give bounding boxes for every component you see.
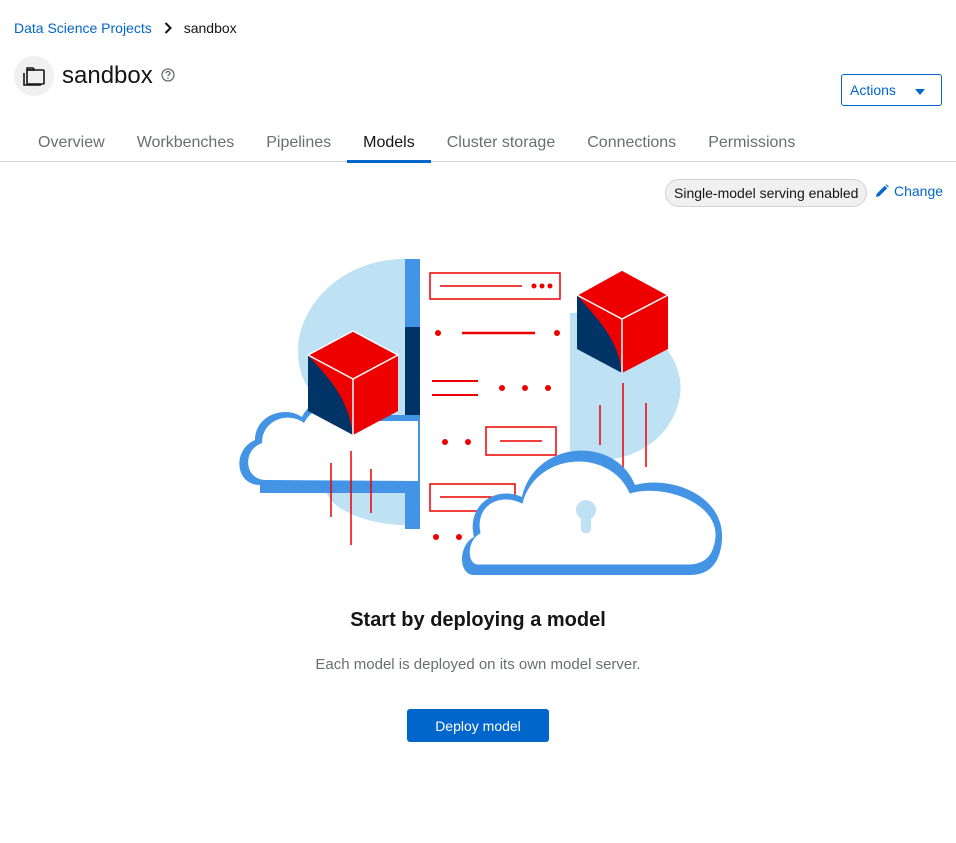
pencil-icon <box>876 184 889 197</box>
actions-label: Actions <box>850 82 896 98</box>
serving-status-badge: Single-model serving enabled <box>665 179 868 207</box>
project-icon <box>14 56 54 96</box>
tab-pipelines[interactable]: Pipelines <box>250 124 347 162</box>
tab-workbenches[interactable]: Workbenches <box>121 124 251 162</box>
breadcrumb: Data Science Projects sandbox <box>14 20 237 36</box>
tab-models[interactable]: Models <box>347 124 431 163</box>
breadcrumb-current: sandbox <box>183 20 237 36</box>
empty-state-title: Start by deploying a model <box>350 609 606 631</box>
tab-overview[interactable]: Overview <box>22 124 121 162</box>
actions-dropdown[interactable]: Actions <box>841 74 942 106</box>
help-icon[interactable] <box>161 68 175 82</box>
chevron-right-icon <box>164 22 172 34</box>
change-label: Change <box>894 183 944 199</box>
tab-permissions[interactable]: Permissions <box>692 124 811 162</box>
tab-cluster-storage[interactable]: Cluster storage <box>431 124 572 162</box>
empty-state-illustration <box>239 259 723 575</box>
page-header: sandbox <box>14 56 175 96</box>
breadcrumb-link-projects[interactable]: Data Science Projects <box>14 20 152 36</box>
caret-down-icon <box>915 82 925 98</box>
change-serving-button[interactable]: Change <box>875 183 943 199</box>
deploy-model-button[interactable]: Deploy model <box>407 709 549 742</box>
empty-state-body: Each model is deployed on its own model … <box>315 656 641 673</box>
tab-connections[interactable]: Connections <box>571 124 692 162</box>
page-title: sandbox <box>62 62 153 89</box>
tab-bar: Overview Workbenches Pipelines Models Cl… <box>0 124 956 163</box>
